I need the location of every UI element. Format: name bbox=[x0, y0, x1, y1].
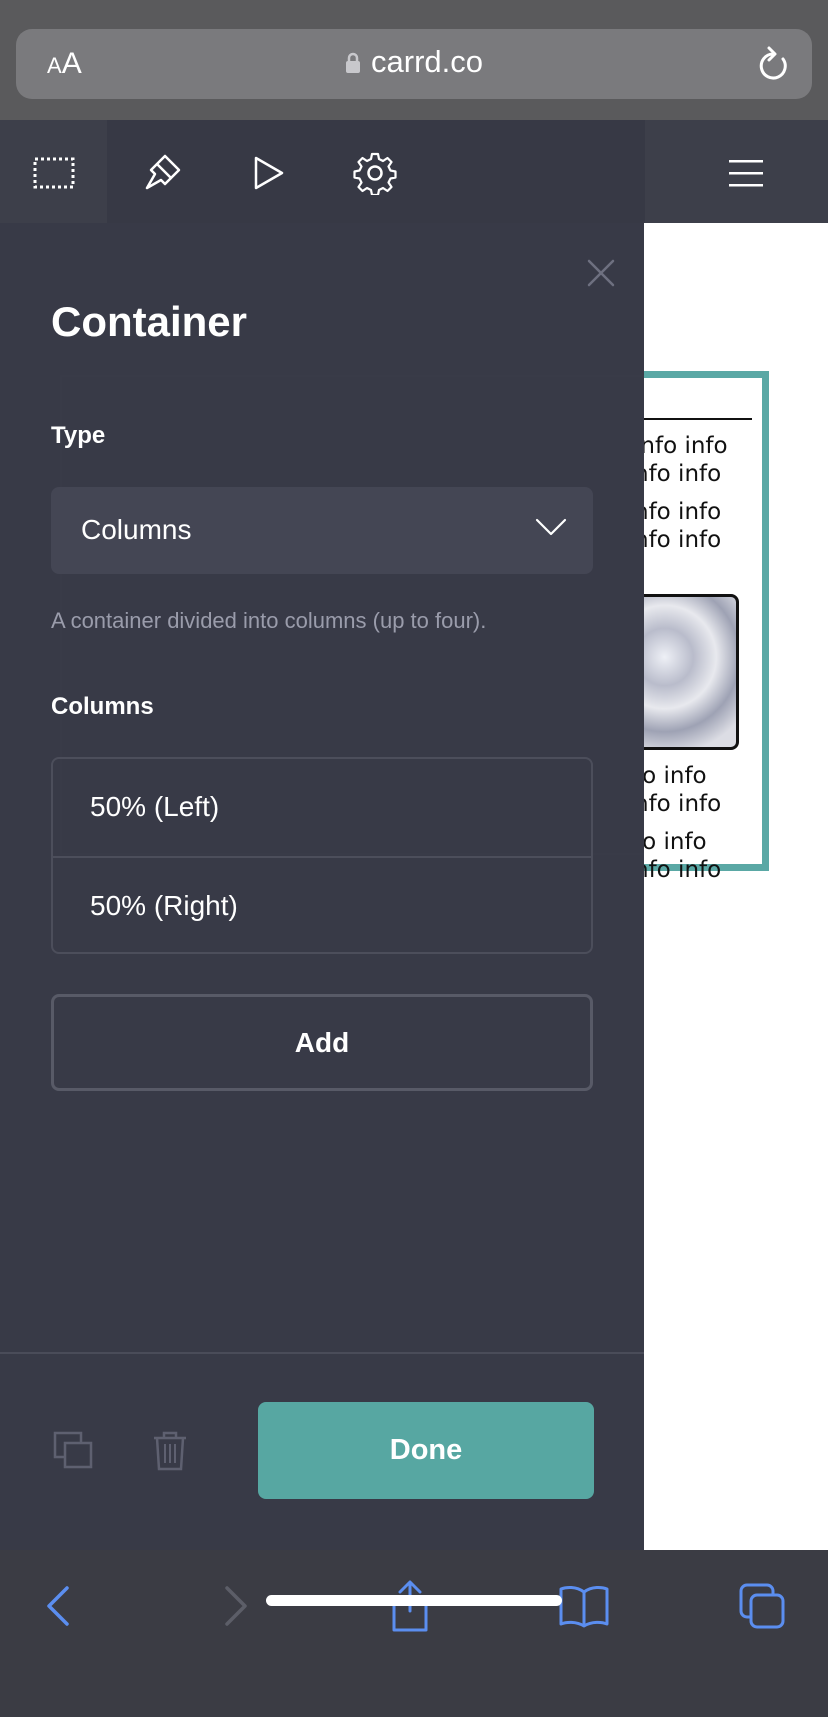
preview-text-line: nfo info bbox=[644, 527, 722, 553]
chevron-down-icon bbox=[535, 518, 567, 536]
back-icon[interactable] bbox=[30, 1578, 86, 1634]
brush-icon[interactable] bbox=[139, 150, 185, 196]
share-icon[interactable] bbox=[382, 1578, 438, 1634]
lock-icon bbox=[346, 52, 360, 73]
type-select[interactable]: Columns bbox=[51, 487, 593, 574]
column-item-left[interactable]: 50% (Left) bbox=[53, 759, 591, 856]
url-display: carrd.co bbox=[16, 44, 812, 80]
reload-icon[interactable] bbox=[756, 43, 790, 83]
editor-toolbar bbox=[0, 120, 828, 223]
close-icon[interactable] bbox=[586, 258, 616, 288]
safari-bottom-toolbar bbox=[0, 1550, 828, 1717]
site-preview[interactable]: info info nfo info nfo info nfo info fo … bbox=[644, 223, 828, 1550]
preview-text-line: nfo info bbox=[644, 499, 722, 525]
menu-icon[interactable] bbox=[723, 150, 769, 196]
container-panel: Container Type Columns A container divid… bbox=[0, 223, 644, 1550]
type-help-text: A container divided into columns (up to … bbox=[51, 608, 487, 633]
preview-text-line: nfo info bbox=[644, 791, 722, 817]
forward-icon[interactable] bbox=[208, 1578, 264, 1634]
preview-text-line: nfo info bbox=[644, 461, 722, 487]
bookmarks-icon[interactable] bbox=[556, 1578, 612, 1634]
trash-icon[interactable] bbox=[149, 1430, 191, 1472]
safari-address-bar-area: AA carrd.co bbox=[0, 0, 828, 120]
preview-container-frame: info info nfo info nfo info nfo info fo … bbox=[644, 371, 769, 883]
columns-list: 50% (Left) 50% (Right) bbox=[51, 757, 593, 954]
preview-image bbox=[644, 594, 739, 750]
preview-divider bbox=[644, 418, 752, 420]
play-icon[interactable] bbox=[245, 150, 291, 196]
tabs-icon[interactable] bbox=[734, 1578, 790, 1634]
add-column-button[interactable]: Add bbox=[51, 994, 593, 1091]
gear-icon[interactable] bbox=[352, 150, 398, 196]
duplicate-icon[interactable] bbox=[53, 1430, 95, 1472]
done-button[interactable]: Done bbox=[258, 1402, 594, 1499]
column-item-label: 50% (Left) bbox=[90, 791, 220, 822]
column-item-label: 50% (Right) bbox=[90, 890, 238, 921]
preview-text-line: info info bbox=[644, 433, 728, 459]
column-item-right[interactable]: 50% (Right) bbox=[53, 856, 591, 953]
url-text: carrd.co bbox=[371, 44, 483, 79]
columns-label: Columns bbox=[51, 693, 154, 720]
preview-text-line: fo info bbox=[644, 763, 707, 789]
address-field[interactable]: AA carrd.co bbox=[16, 29, 812, 99]
home-indicator bbox=[266, 1595, 562, 1606]
panel-title: Container bbox=[51, 298, 248, 345]
type-select-value: Columns bbox=[81, 514, 192, 545]
preview-text-line: fo info bbox=[644, 829, 707, 855]
type-label: Type bbox=[51, 422, 106, 449]
panel-footer-divider bbox=[0, 1352, 644, 1354]
preview-text-line: nfo info bbox=[644, 857, 722, 883]
select-icon[interactable] bbox=[31, 150, 77, 196]
